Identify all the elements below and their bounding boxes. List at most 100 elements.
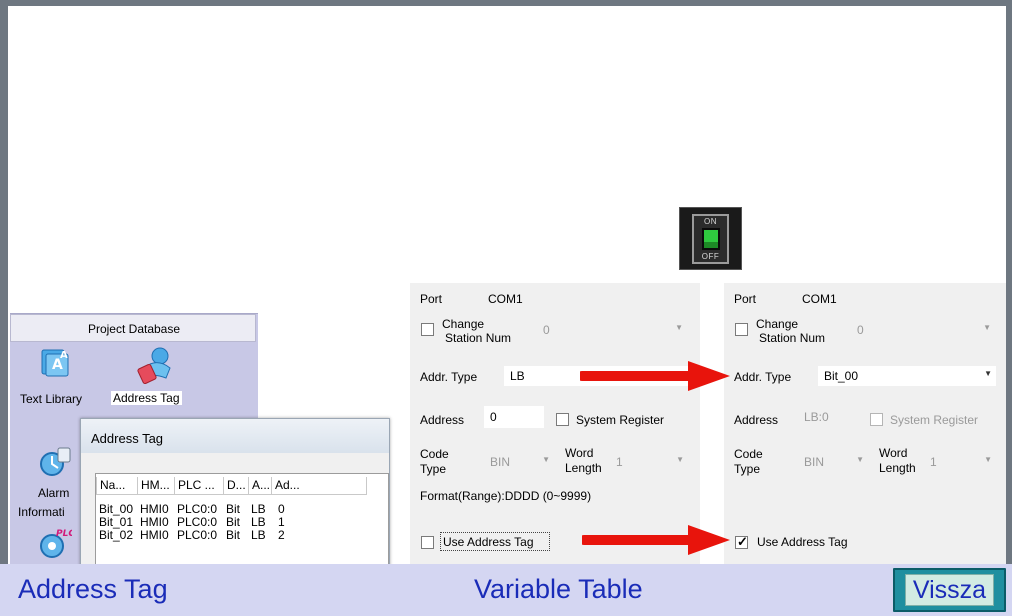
- addr-type-label: Addr. Type: [734, 370, 792, 384]
- checkmark-icon: ✓: [737, 534, 748, 549]
- chevron-down-icon: ▼: [856, 455, 864, 464]
- change-station-checkbox[interactable]: [735, 323, 748, 336]
- toggle-off-label: OFF: [701, 252, 720, 261]
- table-cell: HMI0: [140, 502, 169, 516]
- project-database-item-alarm[interactable]: Alarm: [38, 486, 69, 500]
- addr-type-select[interactable]: Bit_00 ▼: [818, 366, 996, 386]
- table-cell: 1: [278, 515, 285, 529]
- column-header-plc[interactable]: PLC ...: [174, 477, 224, 495]
- table-cell: Bit_01: [99, 515, 134, 529]
- use-address-tag-checkbox[interactable]: [421, 536, 434, 549]
- address-input[interactable]: LB:0: [798, 406, 858, 428]
- back-button-label: Vissza: [912, 576, 987, 604]
- address-tag-list[interactable]: Na... HM... PLC ... D... A... Ad... Bit_…: [95, 473, 389, 569]
- variable-table-caption: Variable Table: [474, 574, 643, 604]
- addr-type-label: Addr. Type: [420, 370, 478, 384]
- word-length-label-line2: Length: [879, 461, 916, 475]
- station-num-value: 0: [543, 323, 550, 337]
- code-type-label-line1: Code: [420, 447, 449, 461]
- address-tag-caption: Address Tag: [18, 574, 168, 604]
- change-station-label-line1: Change: [442, 317, 485, 331]
- code-type-value: BIN: [490, 455, 511, 469]
- on-off-toggle-switch[interactable]: ON OFF: [679, 207, 742, 270]
- plc-icon-text: PLC: [56, 529, 72, 539]
- use-address-tag-checkbox[interactable]: ✓: [735, 534, 748, 549]
- address-tag-icon[interactable]: [136, 346, 176, 386]
- format-range-text: Format(Range):DDDD (0~9999): [420, 489, 592, 503]
- port-label: Port: [734, 292, 757, 306]
- code-type-label-line2: Type: [734, 462, 761, 476]
- dialog-title-bar[interactable]: Address Tag: [81, 419, 389, 453]
- column-header-hmi[interactable]: HM...: [137, 477, 175, 495]
- change-station-label-line2: Station Num: [445, 331, 512, 345]
- code-type-select[interactable]: BIN ▼: [484, 452, 554, 472]
- station-num-value: 0: [857, 323, 864, 337]
- table-cell: Bit: [226, 502, 241, 516]
- project-database-item-address-tag[interactable]: Address Tag: [111, 391, 182, 405]
- table-cell: PLC0:0: [177, 502, 218, 516]
- system-register-label: System Register: [890, 413, 979, 427]
- port-value: COM1: [802, 292, 837, 306]
- toggle-bezel: ON OFF: [692, 214, 729, 264]
- arrow-addr-type-icon: [580, 361, 730, 391]
- address-label: Address: [420, 413, 465, 427]
- window-frame-right: [1006, 0, 1012, 616]
- chevron-down-icon: ▼: [984, 455, 992, 464]
- addr-type-value: Bit_00: [824, 369, 859, 383]
- change-station-label-line2: Station Num: [759, 331, 826, 345]
- table-cell: Bit: [226, 515, 241, 529]
- system-register-checkbox[interactable]: [556, 413, 569, 426]
- project-database-item-information[interactable]: Informati: [18, 505, 65, 519]
- table-cell: Bit_02: [99, 528, 134, 542]
- project-database-header: Project Database: [10, 314, 256, 342]
- chevron-down-icon: ▼: [983, 323, 991, 332]
- station-num-select[interactable]: 0 ▼: [537, 320, 687, 340]
- column-header-address[interactable]: Ad...: [271, 477, 367, 495]
- station-num-select[interactable]: 0 ▼: [851, 320, 995, 340]
- word-length-value: 1: [616, 455, 623, 469]
- text-library-icon[interactable]: A A: [36, 344, 74, 380]
- code-type-value: BIN: [804, 455, 825, 469]
- word-length-select[interactable]: 1 ▼: [924, 452, 996, 472]
- address-tag-dialog: Address Tag Na... HM... PLC ... D... A..…: [80, 418, 390, 569]
- code-type-label-line1: Code: [734, 447, 763, 461]
- code-type-select[interactable]: BIN ▼: [798, 452, 868, 472]
- table-cell: LB: [251, 528, 266, 542]
- dialog-title: Address Tag: [91, 431, 164, 446]
- change-station-label-line1: Change: [756, 317, 799, 331]
- address-settings-panel-before: Port COM1 Change Station Num 0 ▼ Addr. T…: [410, 283, 700, 564]
- address-label: Address: [734, 413, 779, 427]
- back-button-face: Vissza: [905, 574, 994, 606]
- table-cell: 2: [278, 528, 285, 542]
- alarm-icon[interactable]: [38, 446, 72, 480]
- system-register-checkbox[interactable]: [870, 413, 883, 426]
- bottom-bar: Address Tag Variable Table Vissza: [0, 564, 1012, 616]
- table-cell: LB: [251, 502, 266, 516]
- table-cell: 0: [278, 502, 285, 516]
- window-frame-left: [0, 0, 8, 616]
- word-length-label-line1: Word: [565, 446, 594, 460]
- project-database-item-text-library[interactable]: Text Library: [20, 392, 82, 406]
- back-button[interactable]: Vissza: [893, 568, 1006, 612]
- word-length-select[interactable]: 1 ▼: [610, 452, 688, 472]
- use-address-tag-label[interactable]: Use Address Tag: [757, 535, 848, 549]
- code-type-label-line2: Type: [420, 462, 447, 476]
- table-cell: Bit_00: [99, 502, 134, 516]
- change-station-checkbox[interactable]: [421, 323, 434, 336]
- plc-icon[interactable]: PLC: [38, 526, 75, 560]
- address-settings-panel-after: Port COM1 Change Station Num 0 ▼ Addr. T…: [724, 283, 1006, 564]
- table-cell: LB: [251, 515, 266, 529]
- table-cell: PLC0:0: [177, 528, 218, 542]
- chevron-down-icon: ▼: [984, 369, 992, 378]
- chevron-down-icon: ▼: [675, 323, 683, 332]
- use-address-tag-label[interactable]: Use Address Tag: [443, 535, 534, 549]
- port-value: COM1: [488, 292, 523, 306]
- chevron-down-icon: ▼: [542, 455, 550, 464]
- column-header-addr-type[interactable]: A...: [248, 477, 272, 495]
- column-header-name[interactable]: Na...: [96, 477, 138, 495]
- word-length-label-line1: Word: [879, 446, 908, 460]
- column-header-data-type[interactable]: D...: [223, 477, 249, 495]
- address-input[interactable]: 0: [484, 406, 544, 428]
- arrow-use-address-tag-icon: [582, 525, 730, 555]
- address-value: 0: [490, 410, 497, 424]
